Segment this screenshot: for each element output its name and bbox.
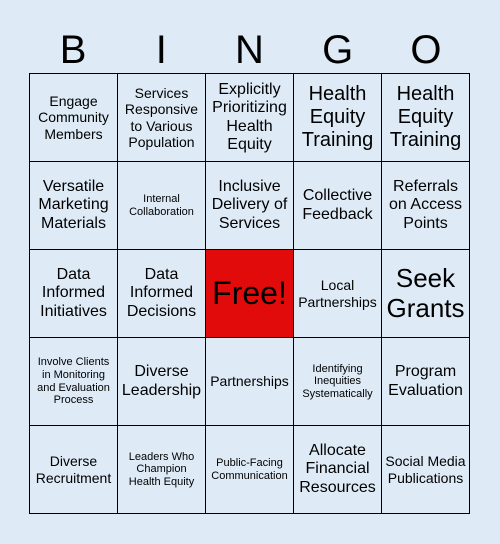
cell-label: Involve Clients in Monitoring and Evalua… — [37, 356, 110, 407]
bingo-cell[interactable]: Explicitly Prioritizing Health Equity — [206, 74, 294, 162]
cell-label: Versatile Marketing Materials — [38, 177, 109, 232]
header-letter-i: I — [155, 28, 167, 72]
bingo-header: B I N G O — [29, 28, 470, 73]
bingo-cell[interactable]: Health Equity Training — [294, 74, 382, 162]
bingo-cell[interactable]: Partnerships — [206, 338, 294, 426]
cell-label: Partnerships — [210, 373, 289, 390]
cell-label: Collective Feedback — [302, 187, 373, 223]
bingo-cell[interactable]: Engage Community Members — [30, 74, 118, 162]
cell-label: Services Responsive to Various Populatio… — [124, 85, 199, 150]
cell-label: Diverse Leadership — [121, 363, 202, 399]
cell-label: Identifying Inequities Systematically — [302, 362, 373, 400]
bingo-cell[interactable]: Referrals on Access Points — [382, 162, 470, 250]
cell-label: Data Informed Initiatives — [40, 265, 107, 320]
cell-label: Health Equity Training — [389, 83, 462, 151]
cell-label: Inclusive Delivery of Services — [211, 177, 288, 232]
bingo-cell[interactable]: Identifying Inequities Systematically — [294, 338, 382, 426]
bingo-cell[interactable]: Involve Clients in Monitoring and Evalua… — [30, 338, 118, 426]
cell-label: Internal Collaboration — [129, 192, 194, 218]
cell-label: Social Media Publications — [385, 453, 466, 486]
header-letter-g: G — [322, 28, 354, 72]
bingo-cell[interactable]: Services Responsive to Various Populatio… — [118, 74, 206, 162]
bingo-cell[interactable]: Inclusive Delivery of Services — [206, 162, 294, 250]
cell-label: Referrals on Access Points — [389, 177, 462, 232]
bingo-cell[interactable]: Collective Feedback — [294, 162, 382, 250]
bingo-cell[interactable]: Versatile Marketing Materials — [30, 162, 118, 250]
cell-label: Leaders Who Champion Health Equity — [128, 450, 195, 488]
bingo-cell[interactable]: Program Evaluation — [382, 338, 470, 426]
cell-label: Engage Community Members — [38, 93, 109, 142]
cell-label: Data Informed Decisions — [126, 265, 197, 320]
bingo-cell[interactable]: Leaders Who Champion Health Equity — [118, 426, 206, 514]
bingo-board: Engage Community Members Services Respons… — [29, 73, 470, 514]
bingo-cell[interactable]: Data Informed Initiatives — [30, 250, 118, 338]
bingo-cell[interactable]: Social Media Publications — [382, 426, 470, 514]
cell-label: Public-Facing Communication — [211, 456, 288, 482]
bingo-cell[interactable]: Health Equity Training — [382, 74, 470, 162]
header-letter-n: N — [235, 28, 264, 72]
header-letter-b: B — [59, 28, 87, 72]
cell-label: Free! — [212, 275, 287, 312]
header-letter-o: O — [410, 28, 442, 72]
cell-label: Health Equity Training — [301, 83, 374, 151]
cell-label: Explicitly Prioritizing Health Equity — [212, 80, 287, 153]
cell-label: Allocate Financial Resources — [299, 441, 376, 496]
cell-label: Diverse Recruitment — [35, 453, 112, 486]
bingo-cell[interactable]: Diverse Recruitment — [30, 426, 118, 514]
bingo-cell[interactable]: Data Informed Decisions — [118, 250, 206, 338]
bingo-cell[interactable]: Internal Collaboration — [118, 162, 206, 250]
bingo-cell[interactable]: Seek Grants — [382, 250, 470, 338]
bingo-cell[interactable]: Public-Facing Communication — [206, 426, 294, 514]
free-space-cell[interactable]: Free! — [206, 250, 294, 338]
cell-label: Seek Grants — [386, 262, 465, 323]
cell-label: Local Partnerships — [298, 277, 377, 310]
bingo-cell[interactable]: Allocate Financial Resources — [294, 426, 382, 514]
cell-label: Program Evaluation — [388, 363, 463, 399]
bingo-cell[interactable]: Local Partnerships — [294, 250, 382, 338]
bingo-cell[interactable]: Diverse Leadership — [118, 338, 206, 426]
